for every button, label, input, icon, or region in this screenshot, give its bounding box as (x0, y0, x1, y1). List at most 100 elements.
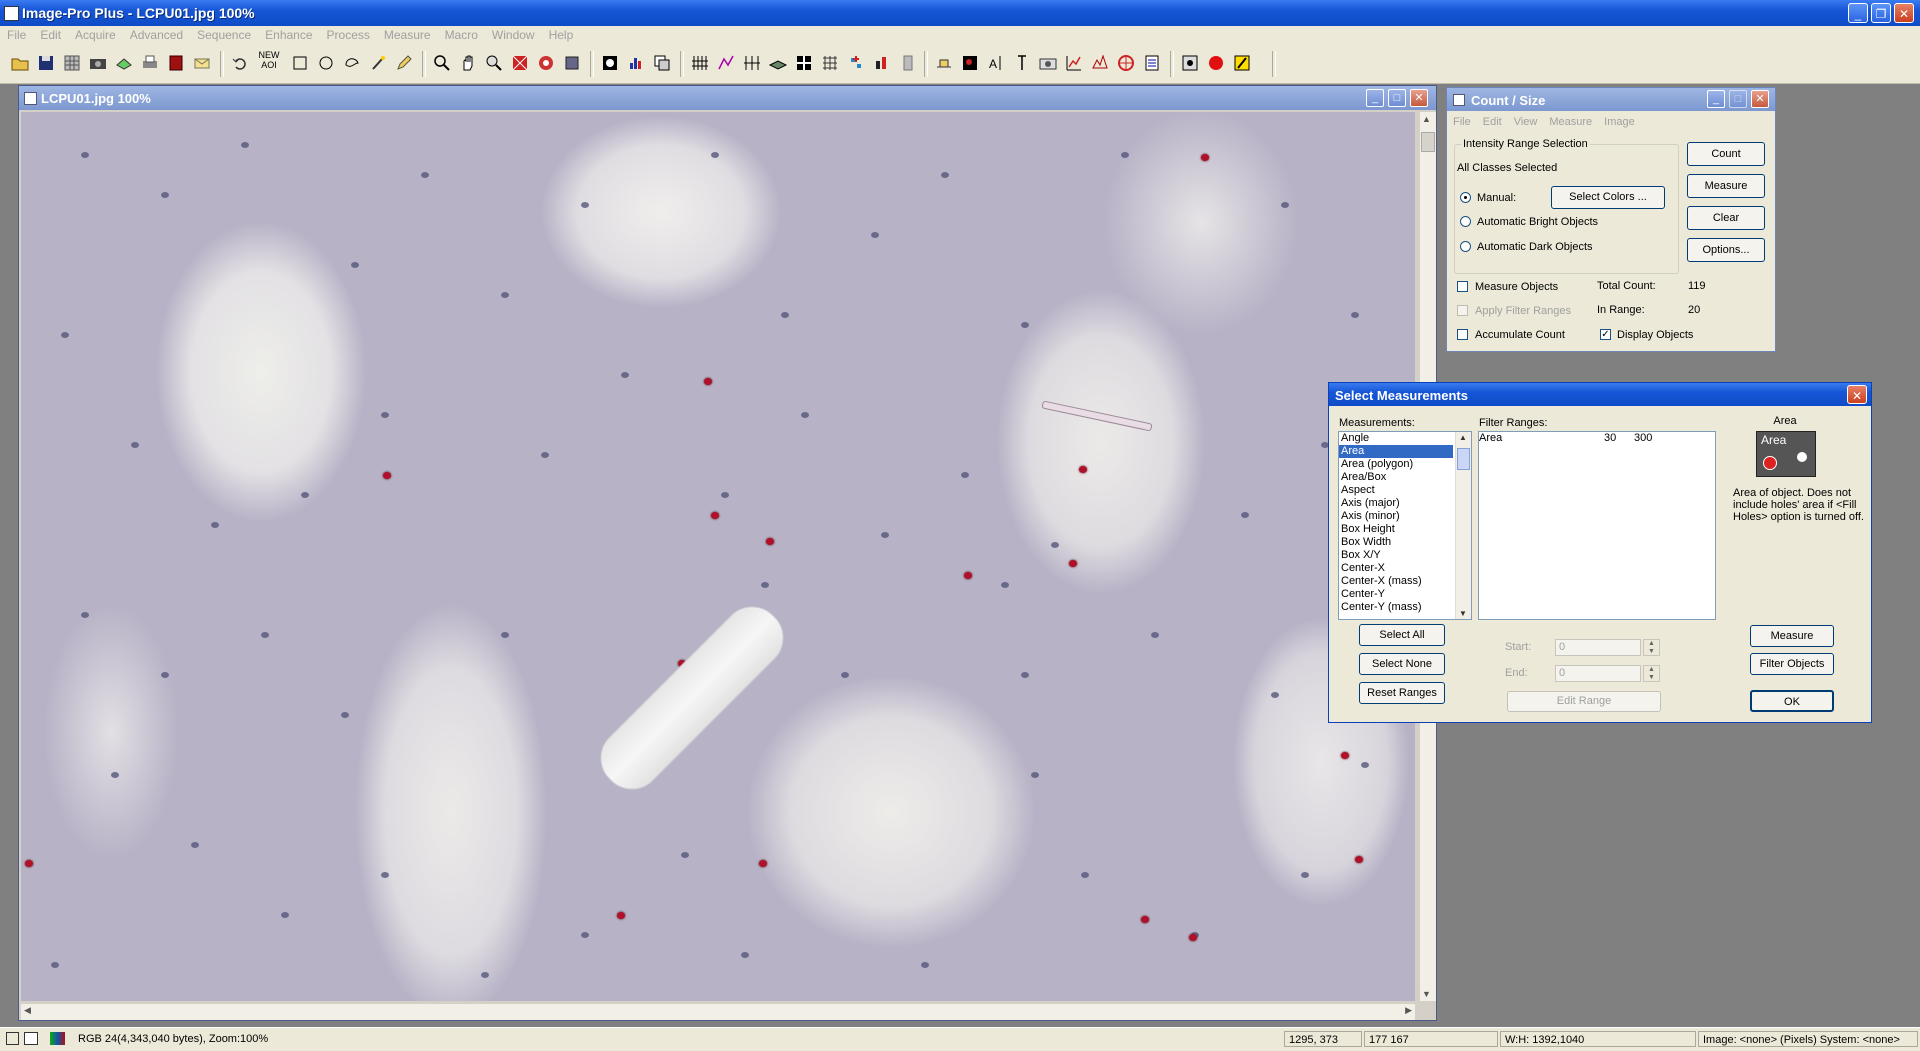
measurement-item[interactable]: Center-Y (1339, 588, 1453, 601)
count-menu-measure[interactable]: Measure (1543, 116, 1598, 128)
measurement-item[interactable]: Box Width (1339, 536, 1453, 549)
measurement-item[interactable]: Area/Box (1339, 471, 1453, 484)
filter-icon[interactable] (600, 53, 620, 73)
clear-button[interactable]: Clear (1687, 206, 1765, 230)
menu-window[interactable]: Window (485, 26, 542, 44)
3d-icon[interactable] (1116, 53, 1136, 73)
select-colors-button[interactable]: Select Colors ... (1551, 186, 1665, 209)
magic-wand-icon[interactable] (368, 53, 388, 73)
calibration-icon[interactable] (742, 53, 762, 73)
measurement-item[interactable]: Box X/Y (1339, 549, 1453, 562)
count-size-icon[interactable] (690, 53, 710, 73)
annotation-icon[interactable]: A (986, 53, 1006, 73)
measurement-item[interactable]: Area (polygon) (1339, 458, 1453, 471)
gray-bar-icon[interactable] (898, 53, 918, 73)
microscope-image[interactable] (21, 112, 1415, 1001)
filter-ranges-list[interactable]: Area 30 300 (1478, 431, 1716, 620)
display-objects-checkbox[interactable]: ✓ (1600, 329, 1611, 340)
layers-icon[interactable] (768, 53, 788, 73)
open-icon[interactable] (10, 53, 30, 73)
measurement-item[interactable]: Center-Y (mass) (1339, 601, 1453, 614)
scroll-up-icon[interactable]: ▲ (1422, 114, 1431, 124)
count-minimize-button[interactable]: _ (1707, 90, 1725, 108)
colocalization-icon[interactable] (960, 53, 980, 73)
auto-dark-radio[interactable] (1460, 241, 1471, 252)
undo-icon[interactable] (230, 53, 250, 73)
report-icon[interactable] (1142, 53, 1162, 73)
irregular-icon[interactable] (342, 53, 362, 73)
close-button[interactable]: ✕ (1894, 3, 1914, 23)
zoom-icon[interactable] (432, 53, 452, 73)
menu-acquire[interactable]: Acquire (68, 26, 123, 44)
thumbnail-icon[interactable] (794, 53, 814, 73)
select-all-button[interactable]: Select All (1359, 624, 1445, 646)
reset-ranges-button[interactable]: Reset Ranges (1359, 682, 1445, 704)
count-menu-image[interactable]: Image (1598, 116, 1641, 128)
image-minimize-button[interactable]: _ (1366, 89, 1384, 107)
grid-icon[interactable] (62, 53, 82, 73)
measurements-list-scrollbar[interactable]: ▲ ▼ (1455, 432, 1471, 619)
measure-tool-icon[interactable] (536, 53, 556, 73)
status-tile-icon[interactable] (24, 1032, 38, 1045)
menu-help[interactable]: Help (542, 26, 581, 44)
select-none-button[interactable]: Select None (1359, 653, 1445, 675)
menu-measure[interactable]: Measure (377, 26, 438, 44)
minimize-button[interactable]: _ (1848, 3, 1868, 23)
menu-edit[interactable]: Edit (33, 26, 68, 44)
status-window-icon[interactable] (6, 1032, 19, 1045)
hand-icon[interactable] (458, 53, 478, 73)
count-close-button[interactable]: ✕ (1751, 90, 1769, 108)
histogram-icon[interactable] (626, 53, 646, 73)
image-window-title-bar[interactable]: LCPU01.jpg 100% _ □ ✕ (19, 86, 1436, 110)
filter-range-row[interactable]: Area 30 300 (1479, 432, 1715, 445)
measurement-item[interactable]: Area (1339, 445, 1453, 458)
count-measure-button[interactable]: Measure (1687, 174, 1765, 198)
align-icon[interactable] (934, 53, 954, 73)
mail-icon[interactable] (192, 53, 212, 73)
surface-plot-icon[interactable] (1090, 53, 1110, 73)
overlay-icon[interactable] (652, 53, 672, 73)
accumulate-count-checkbox[interactable] (1457, 329, 1468, 340)
list-scroll-down-icon[interactable]: ▼ (1459, 609, 1467, 618)
options-button[interactable]: Options... (1687, 238, 1765, 262)
zoom-fit-icon[interactable] (484, 53, 504, 73)
ellipse-icon[interactable] (316, 53, 336, 73)
run-macro-icon[interactable] (1232, 53, 1252, 73)
count-size-title-bar[interactable]: Count / Size _ □ ✕ (1447, 88, 1775, 111)
bar-tool-icon[interactable] (872, 53, 892, 73)
measurement-item[interactable]: Axis (major) (1339, 497, 1453, 510)
mask-icon[interactable] (510, 53, 530, 73)
chart-icon[interactable] (1064, 53, 1084, 73)
measure-button[interactable]: Measure (1750, 625, 1834, 647)
list-scroll-thumb[interactable] (1457, 448, 1470, 470)
snapshot-icon[interactable] (1038, 53, 1058, 73)
image-window-icon[interactable] (24, 92, 37, 105)
count-menu-view[interactable]: View (1508, 116, 1544, 128)
menu-advanced[interactable]: Advanced (123, 26, 190, 44)
ok-button[interactable]: OK (1750, 690, 1834, 712)
select-measurements-close-button[interactable]: ✕ (1847, 385, 1867, 404)
menu-process[interactable]: Process (320, 26, 377, 44)
pencil-icon[interactable] (394, 53, 414, 73)
text-tool-icon[interactable] (1012, 53, 1032, 73)
count-menu-edit[interactable]: Edit (1477, 116, 1508, 128)
image-horizontal-scrollbar[interactable]: ◀ ▶ (21, 1004, 1415, 1020)
measurement-item[interactable]: Aspect (1339, 484, 1453, 497)
image-close-button[interactable]: ✕ (1410, 89, 1428, 107)
measurement-item[interactable]: Angle (1339, 432, 1453, 445)
menu-macro[interactable]: Macro (438, 26, 485, 44)
filter-objects-button[interactable]: Filter Objects (1750, 653, 1834, 675)
menu-enhance[interactable]: Enhance (258, 26, 319, 44)
select-measurements-title-bar[interactable]: Select Measurements ✕ (1329, 383, 1871, 406)
list-scroll-up-icon[interactable]: ▲ (1459, 433, 1467, 442)
menu-sequence[interactable]: Sequence (190, 26, 258, 44)
scroll-right-icon[interactable]: ▶ (1405, 1005, 1412, 1016)
extended-focus-icon[interactable] (846, 53, 866, 73)
auto-bright-radio[interactable] (1460, 216, 1471, 227)
camera-icon[interactable] (88, 53, 108, 73)
manual-radio[interactable] (1460, 192, 1471, 203)
image-maximize-button[interactable]: □ (1388, 89, 1406, 107)
tile-icon[interactable] (820, 53, 840, 73)
count-menu-file[interactable]: File (1447, 116, 1477, 128)
macro-icon[interactable] (1180, 53, 1200, 73)
